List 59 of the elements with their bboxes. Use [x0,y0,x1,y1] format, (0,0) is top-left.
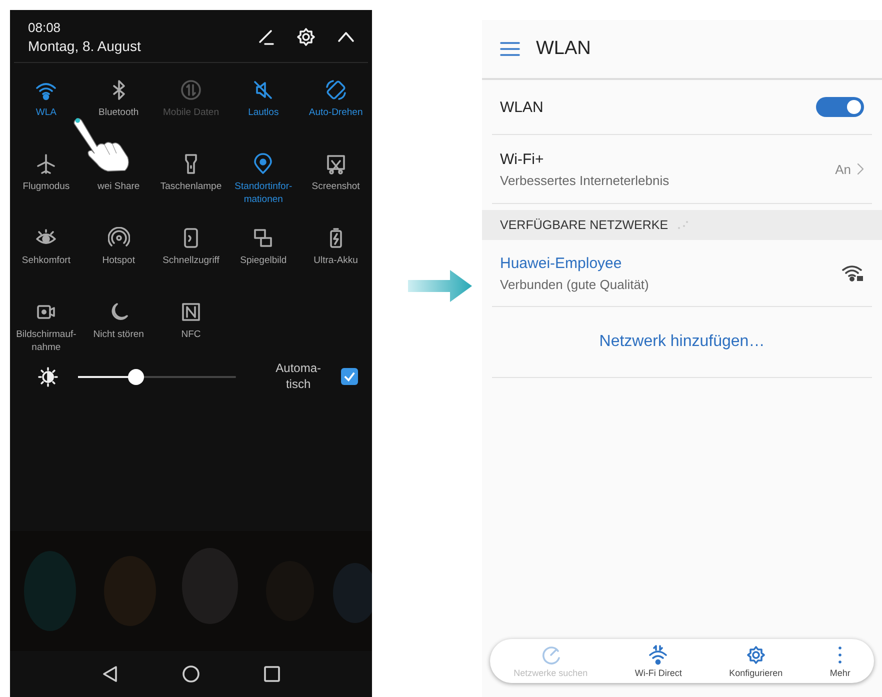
toolbar-button[interactable]: Wi-Fi Direct [634,644,682,678]
brightness-icon [38,366,58,387]
slider-thumb[interactable] [128,368,144,385]
toolbar-button[interactable]: Konfigurieren [729,644,783,678]
toolbar-button[interactable]: Mehr [830,644,850,678]
toggle-switch[interactable] [816,97,864,117]
settings-icon[interactable] [296,27,316,47]
network-status: Verbunden (gute Qualität) [500,276,649,292]
quick-setting-tile[interactable]: Flugmodus [22,153,70,194]
location-pin-icon [252,153,274,175]
quick-setting-tile[interactable]: Screenshot [312,153,360,194]
add-network-link[interactable]: Netzwerk hinzufügen… [599,333,765,351]
quick-setting-tile[interactable]: WLA [35,79,58,120]
quick-setting-tile[interactable]: Hotspot [102,227,135,268]
section-header: VERFÜGBARE NETZWERKE [500,218,668,232]
quick-setting-tile[interactable]: Ultra-Akku [314,227,358,268]
setting-label: WLAN [500,98,544,116]
arrow-icon [408,268,472,304]
rotate-icon [324,79,347,101]
quick-setting-tile[interactable]: Bluetooth [98,79,139,120]
home-icon[interactable] [182,665,200,683]
refresh-icon [540,644,561,664]
network-item[interactable]: Huawei-Employee Verbunden (gute Qualität) [492,240,872,307]
mobile-data-icon [180,79,202,101]
checkbox[interactable] [341,368,358,386]
quick-setting-tile[interactable]: Auto-Drehen [308,79,363,120]
settings-icon [746,644,766,664]
muted-speaker-icon [252,79,274,101]
quick-setting-tile[interactable]: Schnellzugriff [162,227,220,268]
quick-setting-tile[interactable]: wei Share [97,181,140,194]
date-label: Montag, 8. August [28,38,141,54]
loading-icon [676,220,690,230]
wifi-direct-icon [648,644,668,664]
quick-setting-tile[interactable]: Nicht stören [93,301,144,342]
setting-description: Verbessertes Interneterlebnis [500,172,670,188]
airplane-icon [35,153,58,175]
recents-icon[interactable] [262,665,281,683]
hotspot-icon [108,227,130,249]
setting-value: An [835,162,851,176]
mirror-icon [252,227,274,249]
screen-title: WLAN [536,38,591,60]
wifi-lock-icon [842,264,864,282]
setting-label: Wi-Fi+ [500,150,545,168]
quick-setting-tile[interactable]: Sehkomfort [22,227,70,268]
menu-icon[interactable] [500,42,520,56]
clock-time: 08:08 [28,20,62,35]
pencil-icon[interactable] [256,27,276,47]
quick-setting-tile[interactable]: Standortinfor- mationen [234,153,292,207]
nfc-icon [180,301,202,323]
back-icon[interactable] [101,665,120,683]
more-icon [838,644,842,664]
quick-setting-tile[interactable]: Bildschirmauf- nahme [16,301,76,355]
quick-setting-tile[interactable]: NFC [180,301,202,342]
auto-brightness-label: Automa- tisch [276,361,321,392]
quick-setting-tile[interactable]: Spiegelbild [240,227,287,268]
screenshot-icon [324,153,347,175]
quick-setting-tile[interactable]: Taschenlampe [160,153,222,194]
quick-setting-tile[interactable]: Lautlos [248,79,279,120]
network-name: Huawei-Employee [500,254,623,272]
